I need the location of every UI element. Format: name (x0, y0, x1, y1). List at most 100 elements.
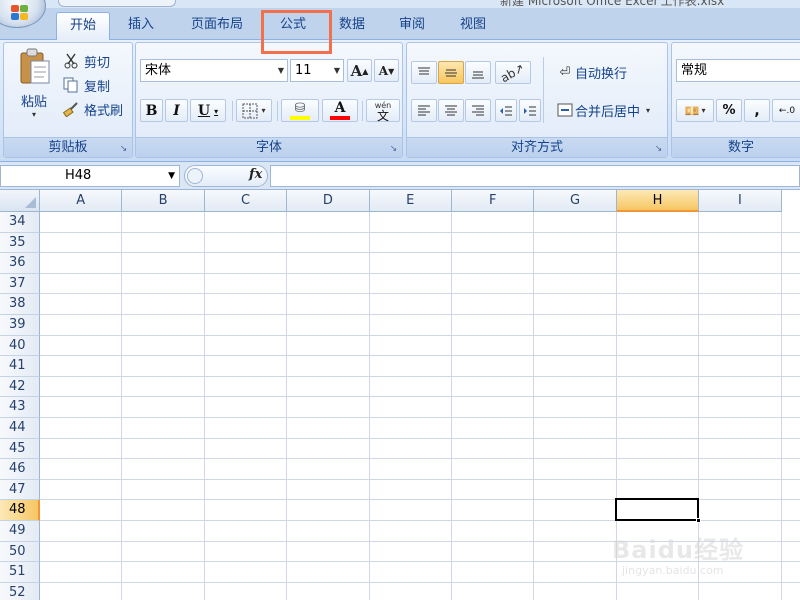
paste-label: 粘贴 (20, 95, 47, 110)
row-header-39[interactable]: 39 (0, 315, 40, 336)
align-bottom-button[interactable] (465, 61, 491, 84)
copy-button[interactable]: 复制 (62, 75, 110, 95)
accounting-format-button[interactable]: 💴 ▾ (676, 99, 714, 122)
select-all-icon (25, 197, 36, 208)
column-header-d[interactable]: D (287, 190, 370, 212)
row-header-38[interactable]: 38 (0, 294, 40, 315)
row-header-40[interactable]: 40 (0, 335, 40, 357)
number-group-label: 数字 (672, 137, 800, 157)
gridline (40, 375, 800, 377)
underline-button[interactable]: U ▾ (190, 99, 226, 122)
column-header-i[interactable]: I (699, 190, 782, 212)
row-header-52[interactable]: 52 (0, 582, 40, 600)
percent-button[interactable]: % (716, 99, 742, 122)
row-header-36[interactable]: 36 (0, 253, 40, 274)
align-top-button[interactable] (411, 61, 437, 84)
column-header-b[interactable]: B (122, 190, 205, 212)
gridline (40, 314, 800, 315)
clipboard-launcher-icon[interactable]: ↘ (118, 143, 129, 154)
font-size-select[interactable]: 11 ▼ (290, 59, 344, 82)
orientation-button[interactable]: ab↗ (495, 60, 531, 85)
font-color-button[interactable]: A (322, 99, 358, 122)
row-header-49[interactable]: 49 (0, 521, 40, 542)
increase-decimal-button[interactable]: ←.0 (772, 99, 800, 122)
column-header-f[interactable]: F (452, 190, 535, 212)
row-header-34[interactable]: 34 (0, 212, 40, 233)
column-header-c[interactable]: C (204, 190, 288, 212)
gridline (533, 212, 535, 600)
font-launcher-icon[interactable]: ↘ (388, 143, 399, 154)
row-header-47[interactable]: 47 (0, 479, 40, 501)
bold-button[interactable]: B (140, 99, 163, 122)
office-logo-icon (11, 5, 29, 21)
format-painter-button[interactable]: 格式刷 (62, 99, 123, 119)
select-all-button[interactable] (0, 190, 40, 212)
merge-center-button[interactable]: 合并后居中 ▾ (555, 99, 650, 121)
row-header-35[interactable]: 35 (0, 232, 40, 254)
tab-view[interactable]: 视图 (448, 12, 498, 40)
splitter-handle-icon[interactable] (187, 168, 203, 184)
insert-function-button[interactable]: fx (249, 167, 262, 182)
paste-dropdown-icon: ▾ (31, 110, 36, 119)
row-header-46[interactable]: 46 (0, 459, 40, 480)
row-header-44[interactable]: 44 (0, 418, 40, 439)
column-header-g[interactable]: G (534, 190, 617, 212)
row-header-42[interactable]: 42 (0, 376, 40, 398)
borders-button[interactable]: ▾ (236, 99, 272, 122)
tab-page-layout[interactable]: 页面布局 (178, 12, 256, 40)
tab-home[interactable]: 开始 (56, 12, 110, 41)
alignment-group-label: 对齐方式 (407, 137, 667, 157)
italic-button[interactable]: I (165, 99, 188, 122)
tab-formulas[interactable]: 公式 (268, 12, 318, 40)
alignment-launcher-icon[interactable]: ↘ (653, 143, 664, 154)
tab-data[interactable]: 数据 (328, 12, 376, 40)
chevron-down-icon: ▾ (646, 105, 651, 115)
name-box[interactable]: H48 ▼ (0, 165, 180, 187)
row-header-41[interactable]: 41 (0, 356, 40, 377)
fill-color-button[interactable]: ⛁ (281, 99, 319, 122)
cut-label: 剪切 (84, 55, 111, 71)
increase-indent-button[interactable] (519, 99, 541, 122)
align-left-button[interactable] (411, 99, 437, 122)
name-box-value: H48 (65, 168, 92, 183)
tab-review[interactable]: 审阅 (388, 12, 436, 40)
wrap-text-button[interactable]: ⏎ 自动换行 (555, 61, 627, 83)
font-name-select[interactable]: 宋体 ▼ (140, 59, 288, 82)
quick-access-toolbar[interactable] (58, 0, 176, 7)
copy-icon (62, 77, 80, 93)
format-painter-icon (62, 101, 80, 117)
column-header-h[interactable]: H (616, 190, 700, 212)
number-format-select[interactable]: 常规 (676, 59, 800, 82)
row-header-51[interactable]: 51 (0, 562, 40, 583)
gridline (40, 458, 800, 460)
shrink-font-button[interactable]: A ▼ (374, 59, 399, 82)
row-header-50[interactable]: 50 (0, 541, 40, 563)
tab-insert[interactable]: 插入 (116, 12, 166, 40)
cut-button[interactable]: 剪切 (62, 51, 110, 71)
align-right-icon (472, 105, 484, 115)
ribbon: 粘贴 ▾ 剪切 复制 格式刷 剪贴板 ↘ 宋体 ▼ 11 ▼ A ▲ A ▼ B… (0, 40, 800, 162)
align-center-button[interactable] (438, 99, 464, 122)
row-header-48[interactable]: 48 (0, 500, 40, 521)
align-left-icon (418, 105, 430, 115)
font-group-label: 字体 (136, 137, 402, 157)
grow-font-button[interactable]: A ▲ (347, 59, 372, 82)
column-header-e[interactable]: E (369, 190, 452, 212)
gridline (698, 212, 700, 600)
gridline (368, 212, 370, 600)
decrease-indent-button[interactable] (495, 99, 517, 122)
gridline (40, 396, 800, 398)
phonetic-guide-button[interactable]: wén 文 (366, 99, 400, 122)
align-middle-button[interactable] (438, 61, 464, 84)
comma-style-button[interactable]: , (744, 99, 770, 122)
gridline (203, 212, 205, 600)
row-header-37[interactable]: 37 (0, 273, 40, 295)
row-header-43[interactable]: 43 (0, 397, 40, 418)
cell-area[interactable] (40, 212, 800, 600)
align-right-button[interactable] (465, 99, 491, 122)
formula-bar: H48 ▼ fx (0, 162, 800, 190)
row-header-45[interactable]: 45 (0, 438, 40, 460)
column-header-a[interactable]: A (40, 190, 123, 212)
formula-input[interactable] (270, 165, 800, 187)
paste-button[interactable]: 粘贴 ▾ (10, 47, 58, 127)
